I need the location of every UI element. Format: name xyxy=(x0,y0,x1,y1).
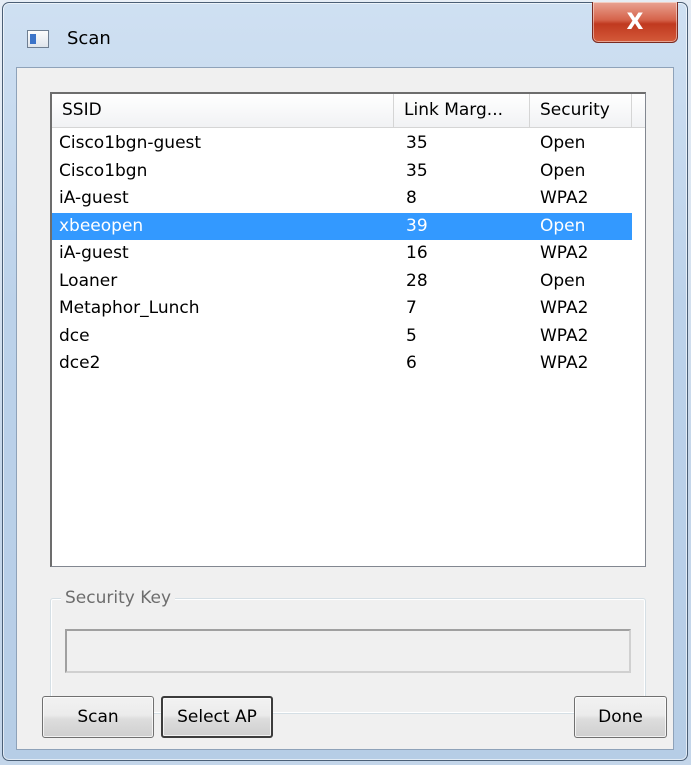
security-key-label: Security Key xyxy=(61,587,176,609)
app-window-icon xyxy=(27,30,49,48)
list-item[interactable]: Loaner 28 Open xyxy=(52,268,632,296)
scan-button[interactable]: Scan xyxy=(42,696,154,738)
link-margin-cell: 6 xyxy=(406,353,417,373)
ssid-cell: Cisco1bgn xyxy=(59,160,148,181)
list-item[interactable]: Metaphor_Lunch 7 WPA2 xyxy=(52,295,632,323)
ssid-cell: xbeeopen xyxy=(59,215,144,236)
list-body: Cisco1bgn-guest 35 Open Cisco1bgn 35 Open iA-g… xyxy=(52,130,645,378)
security-cell: Open xyxy=(540,160,586,181)
ssid-cell: dce2 xyxy=(59,353,101,373)
link-margin-cell: 8 xyxy=(406,188,417,208)
list-item[interactable]: Cisco1bgn 35 Open xyxy=(52,158,632,186)
ssid-cell: Cisco1bgn-guest xyxy=(59,133,202,153)
column-header-security[interactable]: Security xyxy=(530,94,632,127)
title-bar[interactable]: Scan X xyxy=(3,2,687,73)
scan-dialog: Scan X SSID Link Marg... Security Cisco1… xyxy=(2,2,688,761)
ssid-cell: iA-guest xyxy=(59,188,129,208)
security-cell: WPA2 xyxy=(540,243,589,263)
list-item[interactable]: dce2 6 WPA2 xyxy=(52,350,632,378)
link-margin-cell: 7 xyxy=(406,298,417,318)
list-item[interactable]: Cisco1bgn-guest 35 Open xyxy=(52,130,632,158)
link-margin-cell: 35 xyxy=(406,160,428,181)
ssid-cell: Loaner xyxy=(59,270,118,291)
ap-list[interactable]: SSID Link Marg... Security Cisco1bgn-gue… xyxy=(50,92,646,567)
link-margin-cell: 39 xyxy=(406,215,428,236)
security-cell: Open xyxy=(540,133,586,153)
column-header-link-margin[interactable]: Link Marg... xyxy=(394,94,530,127)
close-button[interactable]: X xyxy=(592,2,678,43)
list-header: SSID Link Marg... Security xyxy=(52,94,645,128)
column-header-filler xyxy=(632,94,645,127)
list-item[interactable]: xbeeopen 39 Open xyxy=(52,212,632,240)
list-item[interactable]: dce 5 WPA2 xyxy=(52,323,632,351)
security-cell: WPA2 xyxy=(540,325,589,346)
select-ap-button[interactable]: Select AP xyxy=(161,696,273,738)
list-item[interactable]: iA-guest 16 WPA2 xyxy=(52,240,632,268)
dialog-client-area: SSID Link Marg... Security Cisco1bgn-gue… xyxy=(16,67,674,750)
link-margin-cell: 5 xyxy=(406,325,417,346)
ssid-cell: Metaphor_Lunch xyxy=(59,298,200,318)
security-cell: Open xyxy=(540,215,586,236)
list-item[interactable]: iA-guest 8 WPA2 xyxy=(52,185,632,213)
security-cell: WPA2 xyxy=(540,353,589,373)
ssid-cell: dce xyxy=(59,325,90,346)
security-cell: WPA2 xyxy=(540,188,589,208)
security-key-input[interactable] xyxy=(65,629,631,673)
column-header-ssid[interactable]: SSID xyxy=(52,94,394,127)
link-margin-cell: 16 xyxy=(406,243,428,263)
ssid-cell: iA-guest xyxy=(59,243,129,263)
security-cell: Open xyxy=(540,270,586,291)
security-cell: WPA2 xyxy=(540,298,589,318)
done-button[interactable]: Done xyxy=(574,696,667,738)
link-margin-cell: 35 xyxy=(406,133,428,153)
window-title: Scan xyxy=(67,28,111,49)
close-icon: X xyxy=(626,9,644,35)
link-margin-cell: 28 xyxy=(406,270,428,291)
